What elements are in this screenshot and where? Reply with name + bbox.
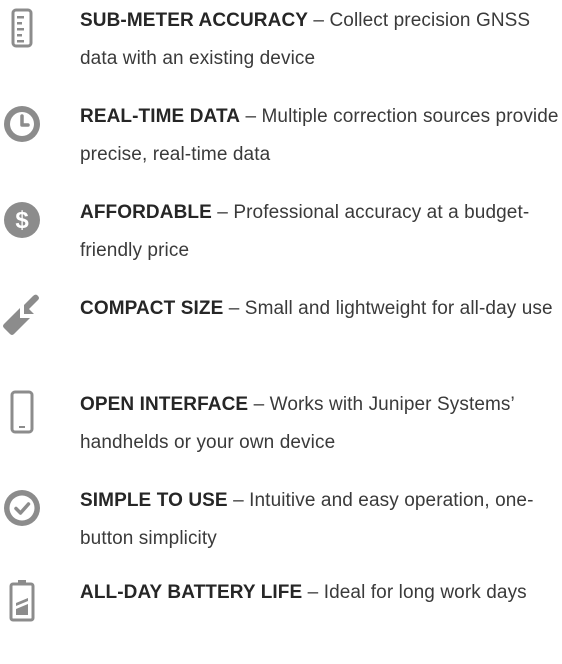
feature-separator: – xyxy=(302,582,324,603)
feature-title: OPEN INTERFACE xyxy=(80,394,249,415)
dollar-icon: $ xyxy=(0,198,44,242)
feature-text: COMPACT SIZE – Small and lightweight for… xyxy=(80,290,560,328)
check-circle-icon xyxy=(0,486,44,530)
svg-text:$: $ xyxy=(15,207,29,234)
feature-text: SIMPLE TO USE – Intuitive and easy opera… xyxy=(80,482,560,558)
feature-text: AFFORDABLE – Professional accuracy at a … xyxy=(80,194,560,270)
feature-separator: – xyxy=(211,202,234,223)
feature-text: OPEN INTERFACE – Works with Juniper Syst… xyxy=(80,386,560,462)
feature-item-simple-to-use: SIMPLE TO USE – Intuitive and easy opera… xyxy=(0,482,562,572)
ruler-icon xyxy=(0,6,44,50)
feature-separator: – xyxy=(223,298,245,319)
feature-separator: – xyxy=(240,106,262,127)
feature-separator: – xyxy=(308,10,330,31)
feature-title: AFFORDABLE xyxy=(80,202,212,223)
feature-title: COMPACT SIZE xyxy=(80,298,224,319)
battery-icon xyxy=(0,578,44,622)
feature-title: SUB-METER ACCURACY xyxy=(80,10,309,31)
feature-text: REAL-TIME DATA – Multiple correction sou… xyxy=(80,98,560,174)
feature-item-real-time-data: REAL-TIME DATA – Multiple correction sou… xyxy=(0,98,562,188)
feature-separator: – xyxy=(227,490,250,511)
feature-description: Small and lightweight for all-day use xyxy=(244,298,553,319)
feature-item-sub-meter-accuracy: SUB-METER ACCURACY – Collect precision G… xyxy=(0,2,562,92)
feature-item-affordable: $ AFFORDABLE – Professional accuracy at … xyxy=(0,194,562,284)
feature-item-compact-size: COMPACT SIZE – Small and lightweight for… xyxy=(0,290,562,380)
feature-title: SIMPLE TO USE xyxy=(80,490,228,511)
compress-arrows-icon xyxy=(0,294,44,338)
feature-item-open-interface: OPEN INTERFACE – Works with Juniper Syst… xyxy=(0,386,562,476)
feature-description: Ideal for long work days xyxy=(323,582,527,603)
clock-icon xyxy=(0,102,44,146)
feature-item-all-day-battery-life: ALL-DAY BATTERY LIFE – Ideal for long wo… xyxy=(0,574,562,664)
feature-text: ALL-DAY BATTERY LIFE – Ideal for long wo… xyxy=(80,574,560,612)
feature-title: ALL-DAY BATTERY LIFE xyxy=(80,582,303,603)
feature-text: SUB-METER ACCURACY – Collect precision G… xyxy=(80,2,560,78)
feature-title: REAL-TIME DATA xyxy=(80,106,241,127)
feature-separator: – xyxy=(248,394,270,415)
smartphone-icon xyxy=(0,390,44,434)
